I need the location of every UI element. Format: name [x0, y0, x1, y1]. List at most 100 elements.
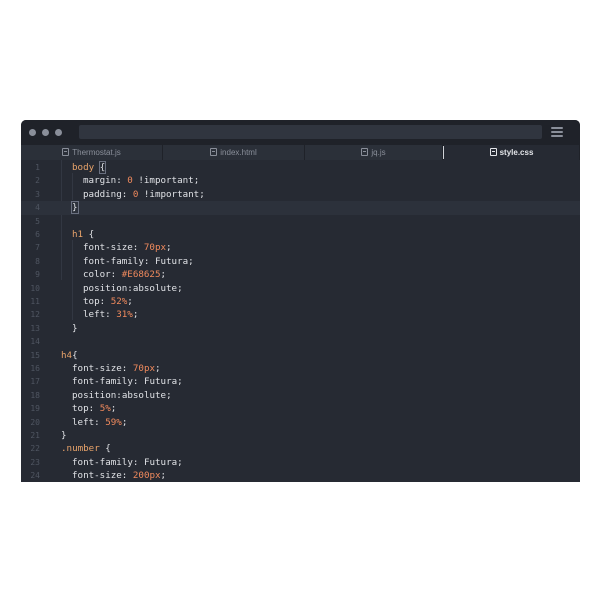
code-token: Futura: [154, 255, 189, 267]
code-token: ;: [160, 269, 167, 281]
code-line[interactable]: 14: [21, 335, 580, 348]
code-line[interactable]: 6 h1 {: [21, 228, 580, 241]
code-token: }: [61, 430, 67, 441]
code-line[interactable]: 2 margin: 0 !important;: [21, 174, 580, 187]
code-text: padding: 0 !important;: [83, 188, 205, 201]
tab-jq-js[interactable]: jq.js: [305, 145, 443, 160]
file-js-icon: [62, 148, 70, 156]
code-text: font-family: Futura;: [83, 255, 194, 268]
code-token: ;: [110, 403, 117, 415]
hamburger-menu-icon[interactable]: [551, 127, 563, 138]
code-token: 52%: [110, 296, 128, 307]
code-line[interactable]: 15 h4{: [21, 349, 580, 362]
code-token: left: [83, 309, 106, 321]
code-token: font-family: [72, 376, 133, 388]
line-number: 16: [30, 364, 40, 373]
code-token: top: [72, 403, 89, 415]
line-number: 4: [35, 203, 40, 213]
line-number: 8: [35, 256, 40, 266]
code-line[interactable]: 10 position:absolute;: [21, 282, 580, 295]
line-number: 5: [35, 216, 40, 226]
code-token: !important: [132, 175, 194, 187]
code-line[interactable]: 3 padding: 0 !important;: [21, 188, 580, 201]
code-token: ;: [132, 309, 139, 321]
code-line[interactable]: 5: [21, 215, 580, 228]
code-token: ;: [188, 255, 194, 267]
code-line[interactable]: 24 font-size: 200px;: [21, 469, 580, 482]
code-line[interactable]: 23 font-family: Futura;: [21, 456, 580, 469]
line-number: 2: [35, 176, 40, 186]
line-number: 21: [30, 431, 40, 440]
maximize-window-button[interactable]: [55, 129, 62, 136]
code-text: .number {: [61, 442, 111, 455]
code-line[interactable]: 22 .number {: [21, 442, 580, 455]
code-text: }: [71, 201, 79, 215]
file-js-icon: [361, 148, 369, 156]
line-number: 12: [30, 310, 40, 320]
code-token: 200px: [132, 470, 161, 482]
code-token: :: [110, 269, 122, 281]
code-text: }: [72, 322, 78, 335]
code-token: ;: [177, 376, 183, 388]
code-line[interactable]: 8 font-family: Futura;: [21, 255, 580, 268]
code-token: {: [83, 229, 95, 240]
code-token: Futura: [143, 376, 178, 388]
code-line[interactable]: 19 top: 5%;: [21, 402, 580, 415]
tab-index-html[interactable]: index.html: [163, 145, 305, 160]
code-token: :: [99, 296, 111, 307]
code-token: font-size: [72, 470, 122, 482]
code-token: Futura: [143, 456, 178, 468]
code-line[interactable]: 18 position:absolute;: [21, 389, 580, 402]
code-line[interactable]: 7 font-size: 70px;: [21, 241, 580, 254]
line-number: 7: [35, 243, 40, 253]
line-number: 15: [30, 350, 40, 360]
code-token: :: [121, 363, 133, 374]
code-line[interactable]: 11 top: 52%;: [21, 295, 580, 308]
code-token: 59%: [105, 416, 122, 428]
line-number: 19: [30, 404, 40, 414]
tab-style-css[interactable]: style.css: [444, 145, 580, 160]
code-token: ;: [121, 416, 128, 428]
tab-label: jq.js: [371, 148, 386, 157]
close-window-button[interactable]: [29, 129, 36, 136]
code-token: ;: [193, 175, 200, 187]
code-token: :: [132, 376, 144, 388]
code-token: :: [132, 456, 144, 468]
code-token: font-family: [72, 456, 133, 468]
code-token: :: [121, 188, 133, 200]
tab-thermostat-js[interactable]: Thermostat.js: [21, 145, 163, 160]
code-token: ;: [166, 242, 172, 254]
line-number: 3: [35, 189, 40, 199]
code-text: font-family: Futura;: [72, 456, 183, 469]
code-text: font-size: 200px;: [72, 469, 166, 482]
code-line[interactable]: 1 body {: [21, 161, 580, 174]
code-line[interactable]: 9 color: #E68625;: [21, 268, 580, 281]
code-line[interactable]: 12 left: 31%;: [21, 308, 580, 321]
code-text: top: 5%;: [72, 402, 116, 415]
code-line[interactable]: 16 font-size: 70px;: [21, 362, 580, 375]
code-text: h1 {: [72, 228, 94, 241]
code-token: .number: [61, 443, 100, 455]
code-token: {: [99, 443, 111, 455]
line-number: 18: [30, 390, 40, 400]
code-text: body {: [72, 161, 107, 174]
line-number: 10: [30, 283, 40, 293]
code-line[interactable]: 4}: [21, 201, 580, 215]
code-token: h1: [72, 229, 84, 240]
code-token: top: [83, 296, 100, 307]
minimize-window-button[interactable]: [42, 129, 49, 136]
code-editor[interactable]: 1 body { 2 margin: 0 !important; 3 padding: 0…: [21, 160, 580, 482]
address-bar[interactable]: [79, 125, 542, 139]
code-line[interactable]: 20 left: 59%;: [21, 416, 580, 429]
code-line[interactable]: 21}: [21, 429, 580, 442]
tab-label: index.html: [220, 148, 257, 157]
code-line[interactable]: 17 font-family: Futura;: [21, 375, 580, 388]
code-token: :: [88, 403, 100, 415]
code-text: margin: 0 !important;: [83, 174, 199, 187]
editor-window: Thermostat.js index.html jq.js style.css…: [21, 120, 580, 482]
code-line[interactable]: 13}: [21, 322, 580, 335]
code-token: margin: [83, 175, 117, 187]
code-token: #E68625: [121, 269, 161, 281]
code-token: }: [71, 201, 79, 215]
